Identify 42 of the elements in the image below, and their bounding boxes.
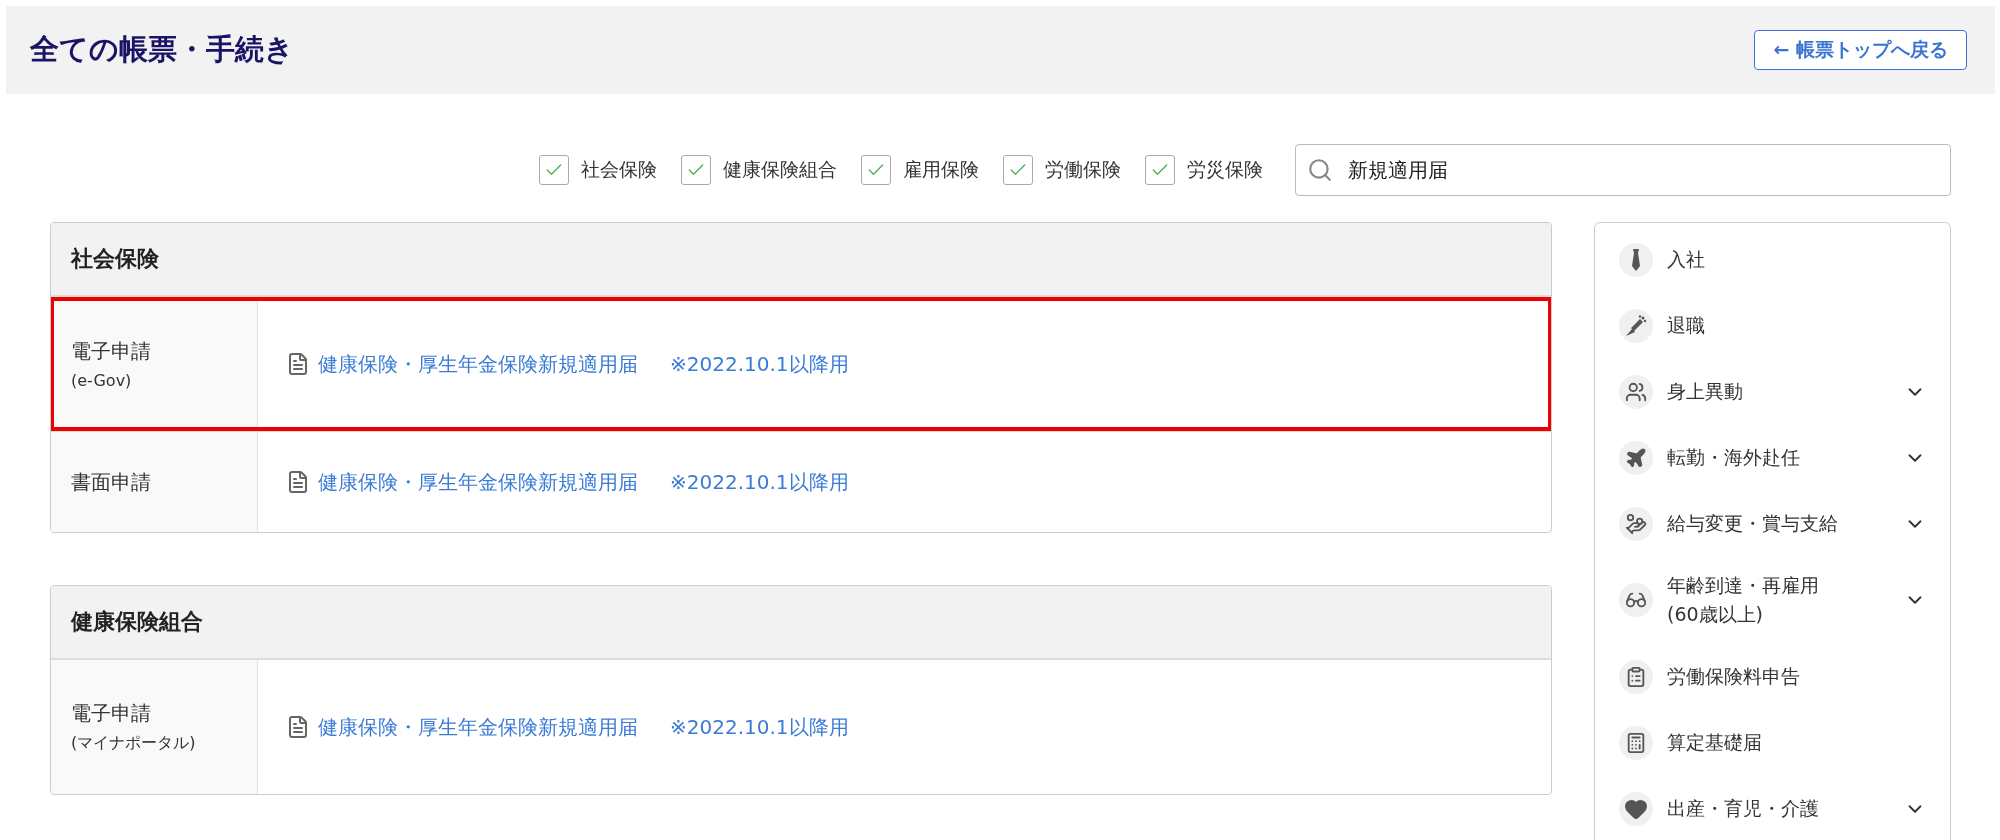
category-item[interactable]: 給与変更・賞与支給 <box>1595 491 1950 557</box>
airplane-icon <box>1619 441 1653 475</box>
category-item[interactable]: 退職 <box>1595 293 1950 359</box>
checkbox[interactable] <box>539 155 569 185</box>
method-sublabel: (e-Gov) <box>71 371 133 390</box>
category-item[interactable]: 労働保険料申告 <box>1595 643 1950 710</box>
category-item[interactable]: 身上異動 <box>1595 359 1950 425</box>
category-item[interactable]: 出産・育児・介護 <box>1595 775 1950 840</box>
category-item[interactable]: 転勤・海外赴任 <box>1595 425 1950 491</box>
method-label: 電子申請 <box>71 338 152 365</box>
couple-icon <box>1619 375 1653 409</box>
section-title: 社会保険 <box>51 223 1551 296</box>
filter-checkbox[interactable]: 社会保険 <box>539 155 657 185</box>
method-sublabel: (マイナポータル) <box>71 733 197 754</box>
page-title: 全ての帳票・手続き <box>30 31 294 68</box>
form-note: ※2022.10.1以降用 <box>670 713 849 741</box>
form-note: ※2022.10.1以降用 <box>670 350 849 378</box>
section-title: 健康保険組合 <box>51 586 1551 659</box>
checkbox[interactable] <box>861 155 891 185</box>
category-item[interactable]: 算定基礎届 <box>1595 709 1950 776</box>
filter-checkbox[interactable]: 労災保険 <box>1145 155 1263 185</box>
filter-checkbox[interactable]: 労働保険 <box>1003 155 1121 185</box>
back-button[interactable]: ← 帳票トップへ戻る <box>1754 30 1967 70</box>
checkbox[interactable] <box>1003 155 1033 185</box>
hand-coins-icon <box>1619 507 1653 541</box>
filter-checkbox[interactable]: 雇用保険 <box>861 155 979 185</box>
calculator-icon <box>1619 725 1653 760</box>
necktie-icon <box>1619 243 1653 277</box>
form-note: ※2022.10.1以降用 <box>670 468 849 496</box>
checkbox[interactable] <box>681 155 711 185</box>
search-field[interactable]: 新規適用届 <box>1295 144 1951 196</box>
search-icon <box>1307 157 1333 183</box>
method-label: 書面申請 <box>71 468 152 496</box>
checkbox[interactable] <box>1145 155 1175 185</box>
filter-checkbox[interactable]: 健康保険組合 <box>681 155 837 185</box>
method-label: 電子申請 <box>71 700 152 727</box>
category-item[interactable]: 年齢到達・再雇用 (60歳以上) <box>1595 557 1950 644</box>
form-link[interactable]: 健康保険・厚生年金保険新規適用届 <box>318 468 638 496</box>
category-item[interactable]: 入社 <box>1595 227 1950 293</box>
form-link[interactable]: 健康保険・厚生年金保険新規適用届 <box>318 713 638 741</box>
glasses-icon <box>1619 583 1653 618</box>
form-link[interactable]: 健康保険・厚生年金保険新規適用届 <box>318 350 638 378</box>
